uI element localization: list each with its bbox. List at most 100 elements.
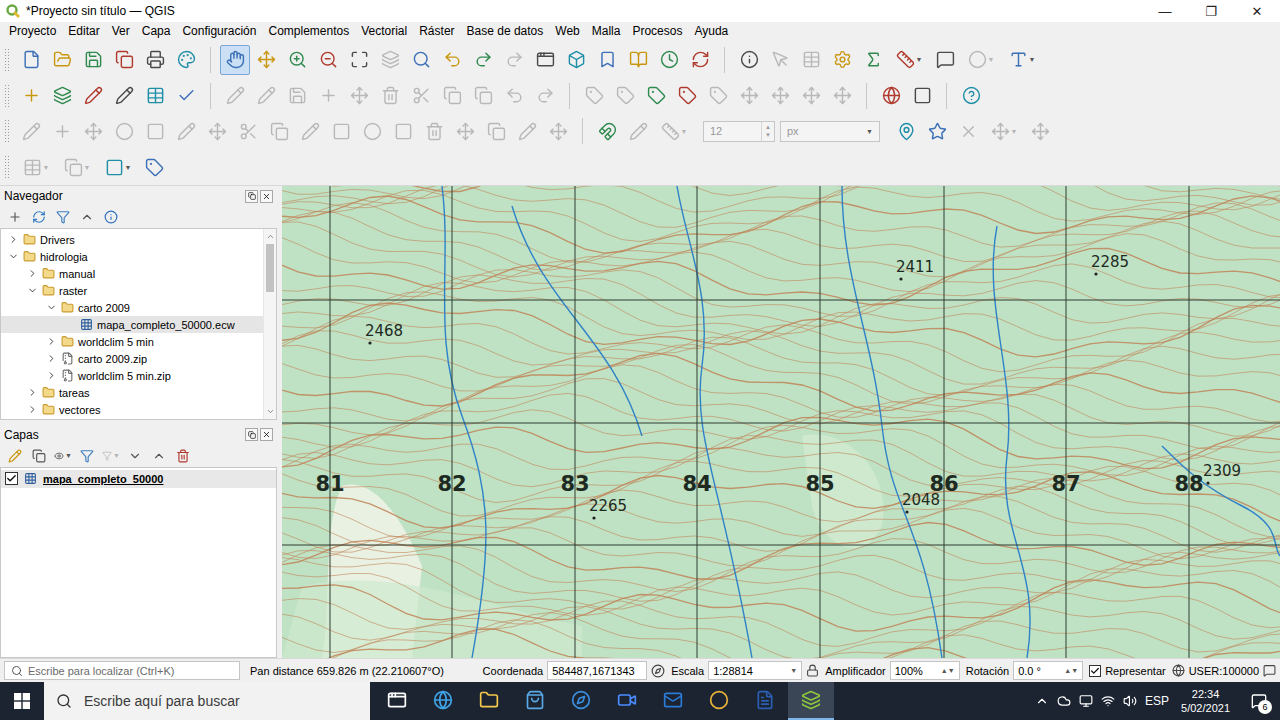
lock-icon[interactable] — [806, 664, 819, 677]
tool-button[interactable] — [891, 116, 921, 146]
tool-button[interactable] — [47, 45, 77, 75]
tool-button[interactable] — [641, 81, 671, 111]
tool-button[interactable] — [512, 116, 542, 146]
filter-button[interactable] — [78, 447, 96, 465]
tool-button[interactable] — [450, 116, 480, 146]
tool-menu-button[interactable]: ▼ — [57, 152, 97, 182]
tree-expander[interactable] — [7, 251, 19, 262]
tool-button[interactable] — [313, 81, 343, 111]
info-button[interactable] — [102, 208, 120, 226]
render-checkbox[interactable] — [1089, 665, 1101, 677]
scroll-thumb[interactable] — [266, 244, 274, 292]
tool-button[interactable] — [220, 45, 250, 75]
tool-menu-button[interactable]: ▼ — [984, 116, 1024, 146]
tool-button[interactable] — [251, 81, 281, 111]
tool-button[interactable] — [220, 81, 250, 111]
tool-button[interactable] — [530, 45, 560, 75]
tool-button[interactable] — [610, 81, 640, 111]
tool-button[interactable] — [109, 116, 139, 146]
taskbar-app[interactable] — [604, 682, 650, 720]
tool-button[interactable] — [796, 45, 826, 75]
tool-menu-button[interactable]: ▼ — [654, 116, 694, 146]
tool-button[interactable] — [468, 45, 498, 75]
menu-item[interactable]: Editar — [62, 22, 105, 40]
tool-button[interactable] — [858, 45, 888, 75]
tree-item[interactable]: carto 2009 — [1, 299, 263, 316]
remove-button[interactable] — [174, 447, 192, 465]
crs-toggle-icon[interactable] — [651, 664, 665, 678]
group-button[interactable] — [30, 447, 48, 465]
tool-button[interactable] — [78, 45, 108, 75]
tree-expander[interactable] — [45, 336, 57, 347]
menu-item[interactable]: Configuración — [176, 22, 262, 40]
tool-button[interactable] — [344, 81, 374, 111]
toolbar-grip[interactable] — [4, 48, 9, 72]
start-button[interactable] — [0, 682, 44, 720]
tree-expander[interactable] — [26, 387, 38, 398]
tool-button[interactable] — [468, 81, 498, 111]
menu-item[interactable]: Malla — [586, 22, 627, 40]
tree-item[interactable]: manual — [1, 265, 263, 282]
taskbar-app[interactable] — [558, 682, 604, 720]
tool-button[interactable] — [171, 81, 201, 111]
tool-button[interactable] — [313, 45, 343, 75]
tree-expander[interactable] — [26, 285, 38, 296]
tree-expander[interactable] — [26, 404, 38, 415]
tool-button[interactable] — [406, 81, 436, 111]
tool-button[interactable] — [530, 81, 560, 111]
tool-button[interactable] — [922, 116, 952, 146]
tool-button[interactable] — [499, 81, 529, 111]
tool-button[interactable] — [796, 81, 826, 111]
tool-button[interactable] — [295, 116, 325, 146]
tool-button[interactable] — [623, 45, 653, 75]
menu-item[interactable]: Base de datos — [461, 22, 550, 40]
add-button[interactable] — [6, 208, 24, 226]
tool-button[interactable] — [543, 116, 573, 146]
window-control[interactable]: ❐ — [1188, 0, 1234, 22]
tree-expander[interactable] — [45, 353, 57, 364]
expand-button[interactable] — [126, 447, 144, 465]
tool-button[interactable] — [326, 116, 356, 146]
float-button[interactable] — [245, 190, 258, 203]
tree-expander[interactable] — [45, 302, 57, 313]
tool-button[interactable] — [561, 45, 591, 75]
tool-button[interactable] — [282, 45, 312, 75]
tool-button[interactable] — [171, 45, 201, 75]
menu-item[interactable]: Proyecto — [3, 22, 62, 40]
scale-field[interactable]: 1:28814▼ — [708, 661, 802, 680]
taskbar-app[interactable] — [374, 682, 420, 720]
tree-item[interactable]: raster — [1, 282, 263, 299]
taskbar-app[interactable] — [512, 682, 558, 720]
tool-button[interactable] — [357, 116, 387, 146]
clock[interactable]: 22:345/02/2021 — [1177, 687, 1234, 715]
tool-button[interactable] — [685, 45, 715, 75]
tool-button[interactable] — [437, 81, 467, 111]
taskbar-app[interactable] — [420, 682, 466, 720]
display-icon[interactable] — [1079, 694, 1093, 708]
refresh-button[interactable] — [30, 208, 48, 226]
menu-item[interactable]: Ver — [106, 22, 136, 40]
toolbar-grip[interactable] — [4, 155, 9, 179]
messages-icon[interactable] — [1263, 664, 1276, 677]
menu-item[interactable]: Web — [549, 22, 585, 40]
magnifier-field[interactable]: 100%▲▼ — [890, 661, 960, 680]
expr-filter-button[interactable]: ▼ — [102, 447, 120, 465]
tool-button[interactable] — [499, 45, 529, 75]
tool-button[interactable] — [406, 45, 436, 75]
tool-button[interactable] — [437, 45, 467, 75]
close-button[interactable] — [260, 428, 273, 441]
tool-button[interactable] — [765, 45, 795, 75]
taskbar-search[interactable]: Escribe aquí para buscar — [44, 682, 370, 720]
language-indicator[interactable]: ESP — [1145, 694, 1169, 708]
tool-button[interactable] — [623, 116, 653, 146]
tool-button[interactable] — [140, 45, 170, 75]
collapse-button[interactable] — [78, 208, 96, 226]
locator-search[interactable]: Escribe para localizar (Ctrl+K) — [4, 661, 240, 680]
taskbar-app[interactable] — [466, 682, 512, 720]
menu-item[interactable]: Procesos — [626, 22, 688, 40]
tool-button[interactable] — [78, 81, 108, 111]
tool-button[interactable] — [481, 116, 511, 146]
wifi-icon[interactable] — [1101, 694, 1115, 708]
scrollbar[interactable] — [263, 229, 276, 419]
tool-button[interactable] — [592, 45, 622, 75]
